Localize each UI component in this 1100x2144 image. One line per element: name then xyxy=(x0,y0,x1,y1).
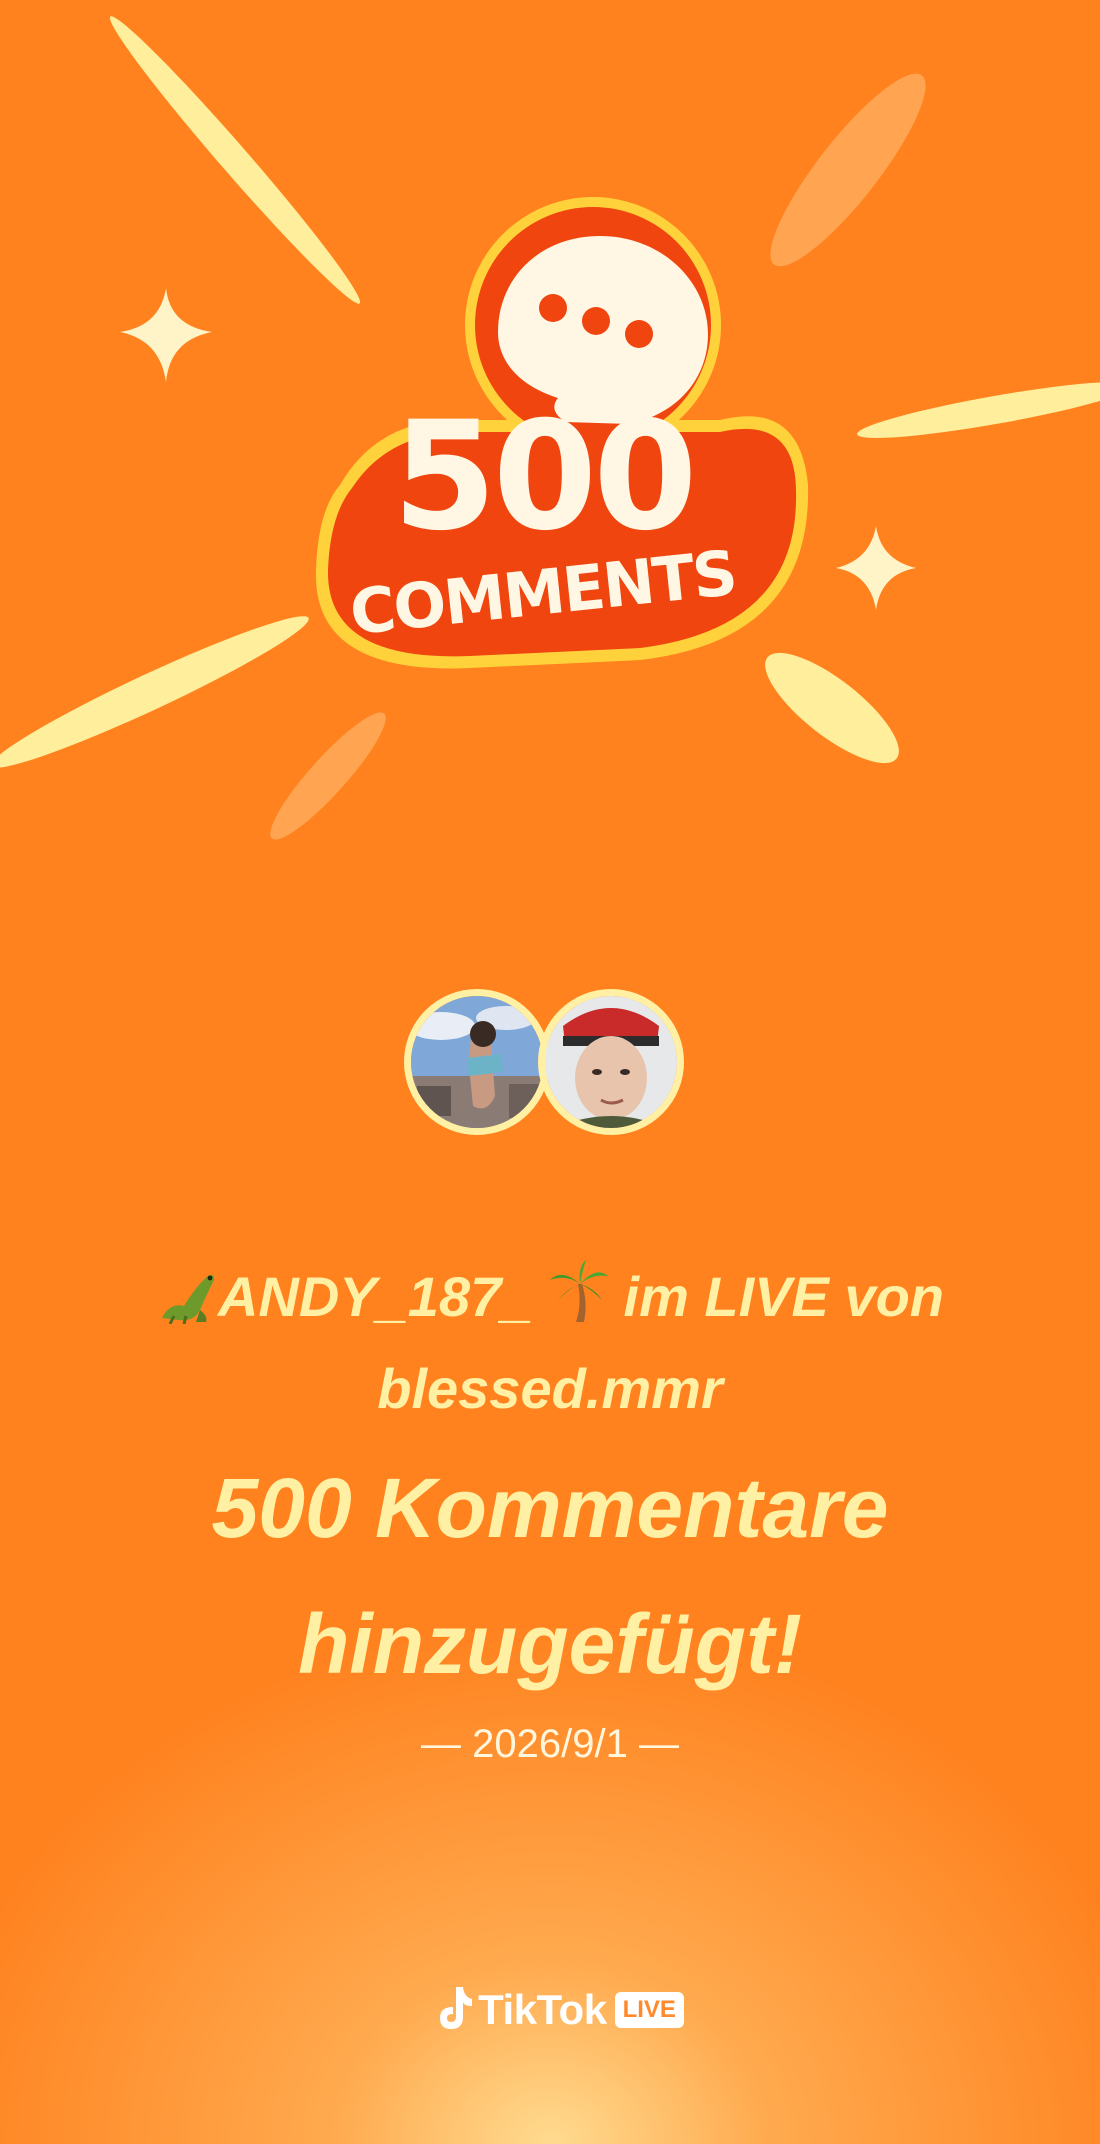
ray-left xyxy=(0,616,309,768)
milestone-date: — 2026/9/1 — xyxy=(421,1722,679,1766)
avatar-commenter[interactable] xyxy=(538,989,684,1135)
milestone-line-2: hinzugefügt! xyxy=(298,1597,802,1691)
commenter-username[interactable]: ANDY_187_ xyxy=(218,1265,532,1328)
palm-tree-icon xyxy=(548,1260,608,1347)
tiktok-live-logo: TikTok LIVE xyxy=(410,1982,710,2038)
live-headline: ANDY_187_ im LIVE von blessed.mmr xyxy=(0,1255,1100,1431)
live-badge: LIVE xyxy=(614,1992,684,2028)
ray-top-left xyxy=(109,16,361,304)
host-username[interactable]: blessed.mmr xyxy=(377,1357,723,1420)
comment-milestone-card: 500 COMMENTS ANDY_187_ im LIVE von bless… xyxy=(0,0,1100,2144)
badge-number: 500 xyxy=(392,390,693,564)
comment-badge: 500 COMMENTS xyxy=(315,197,809,669)
ray-bottom-left xyxy=(270,712,386,840)
commenter-photo xyxy=(545,996,677,1128)
milestone-artwork: 500 COMMENTS xyxy=(0,16,1100,840)
music-note-icon xyxy=(436,1985,473,2036)
brand-name: TikTok xyxy=(478,1986,607,2033)
headline-connector: im LIVE von xyxy=(623,1265,945,1328)
ray-right xyxy=(857,382,1100,438)
participant-avatars xyxy=(404,989,696,1149)
ray-bottom-right xyxy=(765,652,899,764)
milestone-message: 500 Kommentare hinzugefügt! xyxy=(0,1440,1100,1712)
avatar-host[interactable] xyxy=(404,989,550,1135)
sparkle-right-icon xyxy=(836,526,916,610)
ray-top-right xyxy=(770,73,926,267)
milestone-line-1: 500 Kommentare xyxy=(211,1461,889,1555)
host-photo xyxy=(411,996,543,1128)
crocodile-icon xyxy=(156,1263,218,1347)
sparkle-left-icon xyxy=(120,288,212,382)
